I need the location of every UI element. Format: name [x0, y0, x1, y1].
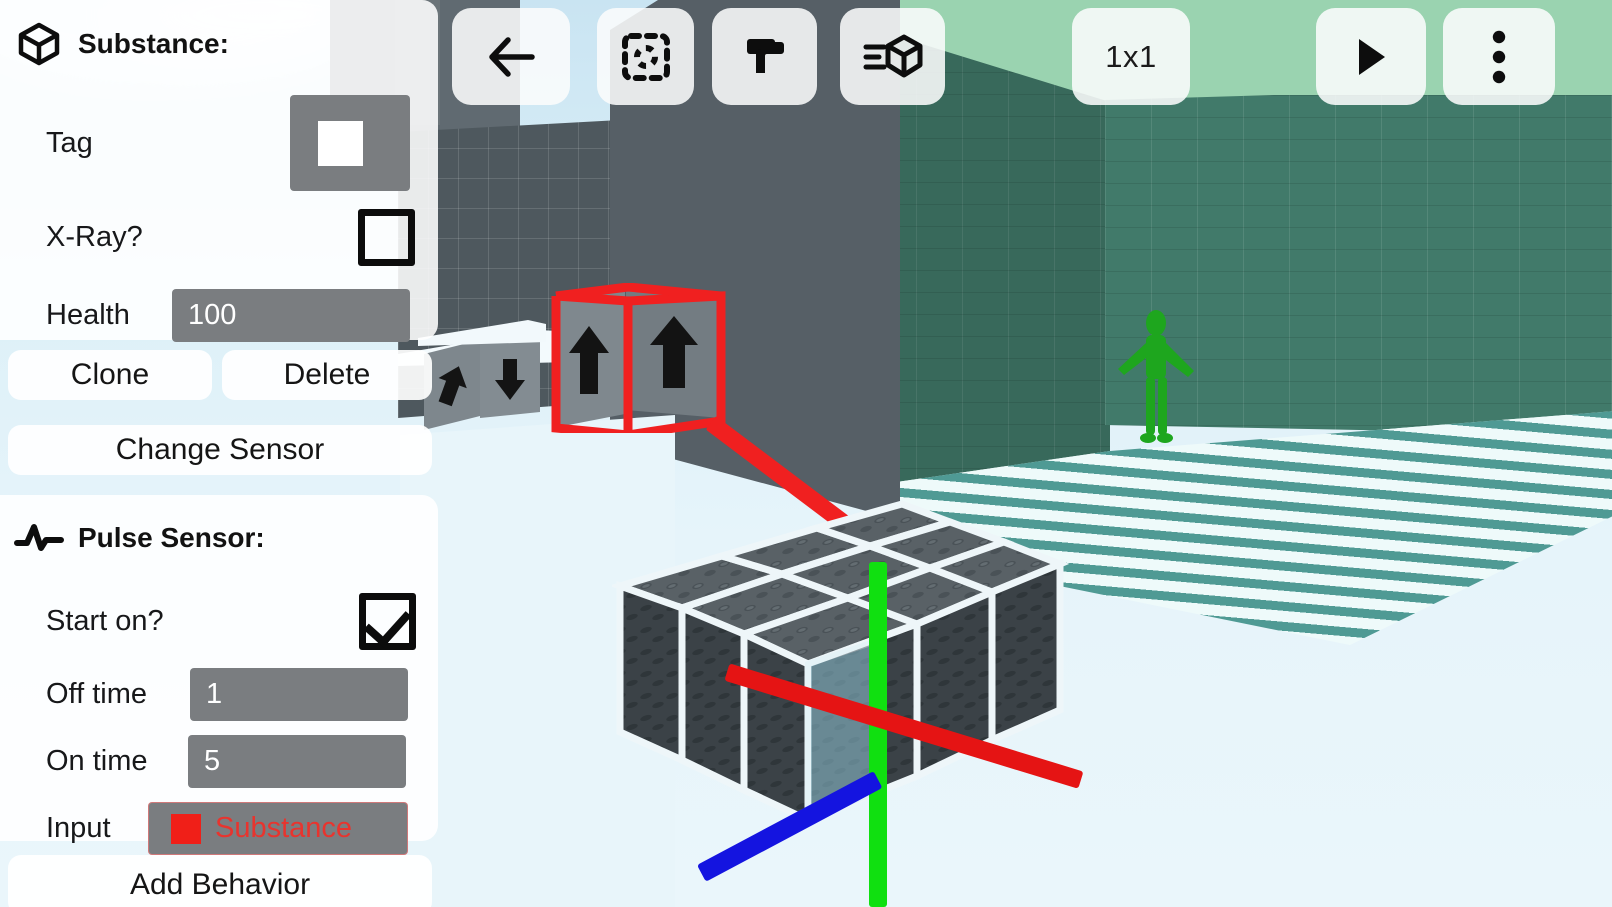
pulse-sensor-panel: Pulse Sensor: Start on? Off time 1 On ti…: [0, 495, 438, 855]
substance-panel-title: Substance:: [78, 28, 229, 59]
input-entity-selector[interactable]: Substance: [148, 802, 408, 855]
arrow-left-icon: [489, 36, 535, 77]
delete-button[interactable]: Delete: [222, 350, 432, 400]
xray-checkbox[interactable]: [358, 208, 415, 266]
paint-roller-icon: [746, 38, 784, 73]
off-time-value: 1: [206, 678, 223, 710]
player-character[interactable]: [1108, 307, 1204, 447]
add-behavior-label: Add Behavior: [129, 868, 311, 901]
pulse-wave-icon: [0, 521, 78, 555]
off-time-input[interactable]: 1: [190, 668, 408, 721]
selected-block[interactable]: [551, 283, 726, 433]
on-time-value: 5: [204, 745, 221, 777]
health-label: Health: [46, 298, 130, 331]
three-dots-vertical-icon: [1492, 30, 1506, 83]
back-button[interactable]: [452, 8, 570, 105]
add-behavior-button[interactable]: Add Behavior: [8, 855, 432, 907]
health-input[interactable]: 100: [172, 288, 410, 342]
play-button[interactable]: [1316, 8, 1426, 105]
marquee-select-icon: [621, 32, 670, 81]
pulse-sensor-header: Pulse Sensor:: [0, 495, 438, 581]
arrow-down-glyph: [495, 359, 525, 400]
arrow-up-glyph: [438, 366, 467, 407]
start-on-label: Start on?: [46, 604, 164, 637]
axis-y-green[interactable]: [869, 562, 887, 907]
pulse-row-input[interactable]: Input Substance: [0, 795, 438, 862]
change-sensor-button[interactable]: Change Sensor: [8, 425, 432, 475]
brush-size-label: 1x1: [1105, 38, 1157, 74]
tag-label: Tag: [46, 126, 93, 159]
selection-outline-icon: [551, 283, 726, 433]
off-time-label: Off time: [46, 678, 147, 710]
substance-row-health[interactable]: Health 100: [0, 276, 438, 354]
input-entity-color-swatch: [171, 813, 201, 844]
input-label: Input: [46, 812, 111, 844]
tag-color-field[interactable]: [290, 95, 410, 191]
clone-button[interactable]: Clone: [8, 350, 212, 400]
tag-color-swatch: [318, 120, 363, 166]
pulse-row-off-time[interactable]: Off time 1: [0, 661, 438, 728]
pulse-sensor-title: Pulse Sensor:: [78, 522, 265, 553]
xray-label: X-Ray?: [46, 220, 143, 253]
pulse-row-on-time[interactable]: On time 5: [0, 728, 438, 795]
clone-label: Clone: [70, 358, 150, 391]
on-time-label: On time: [46, 745, 148, 777]
delete-label: Delete: [283, 358, 371, 391]
health-value: 100: [188, 298, 237, 331]
paint-button[interactable]: [712, 8, 817, 105]
substance-row-tag[interactable]: Tag: [0, 88, 438, 198]
select-button[interactable]: [597, 8, 694, 105]
substance-row-xray[interactable]: X-Ray?: [0, 198, 438, 276]
substance-button[interactable]: [840, 8, 945, 105]
arrow-block-down[interactable]: [480, 334, 540, 418]
cube-list-icon: [863, 34, 922, 77]
substance-panel: Substance: Tag X-Ray? Health 100: [0, 0, 438, 342]
change-sensor-label: Change Sensor: [115, 433, 325, 466]
start-on-checkbox[interactable]: [359, 592, 416, 650]
play-triangle-icon: [1359, 38, 1385, 75]
overflow-menu-button[interactable]: [1443, 8, 1555, 105]
brush-size-button[interactable]: 1x1: [1072, 8, 1190, 105]
substance-panel-header: Substance:: [0, 0, 438, 88]
pulse-row-start-on[interactable]: Start on?: [0, 581, 438, 661]
input-entity-value: Substance: [215, 812, 353, 844]
stone-block-cluster[interactable]: [612, 470, 1212, 900]
on-time-input[interactable]: 5: [188, 735, 406, 788]
cube-outline-icon: [0, 22, 78, 66]
